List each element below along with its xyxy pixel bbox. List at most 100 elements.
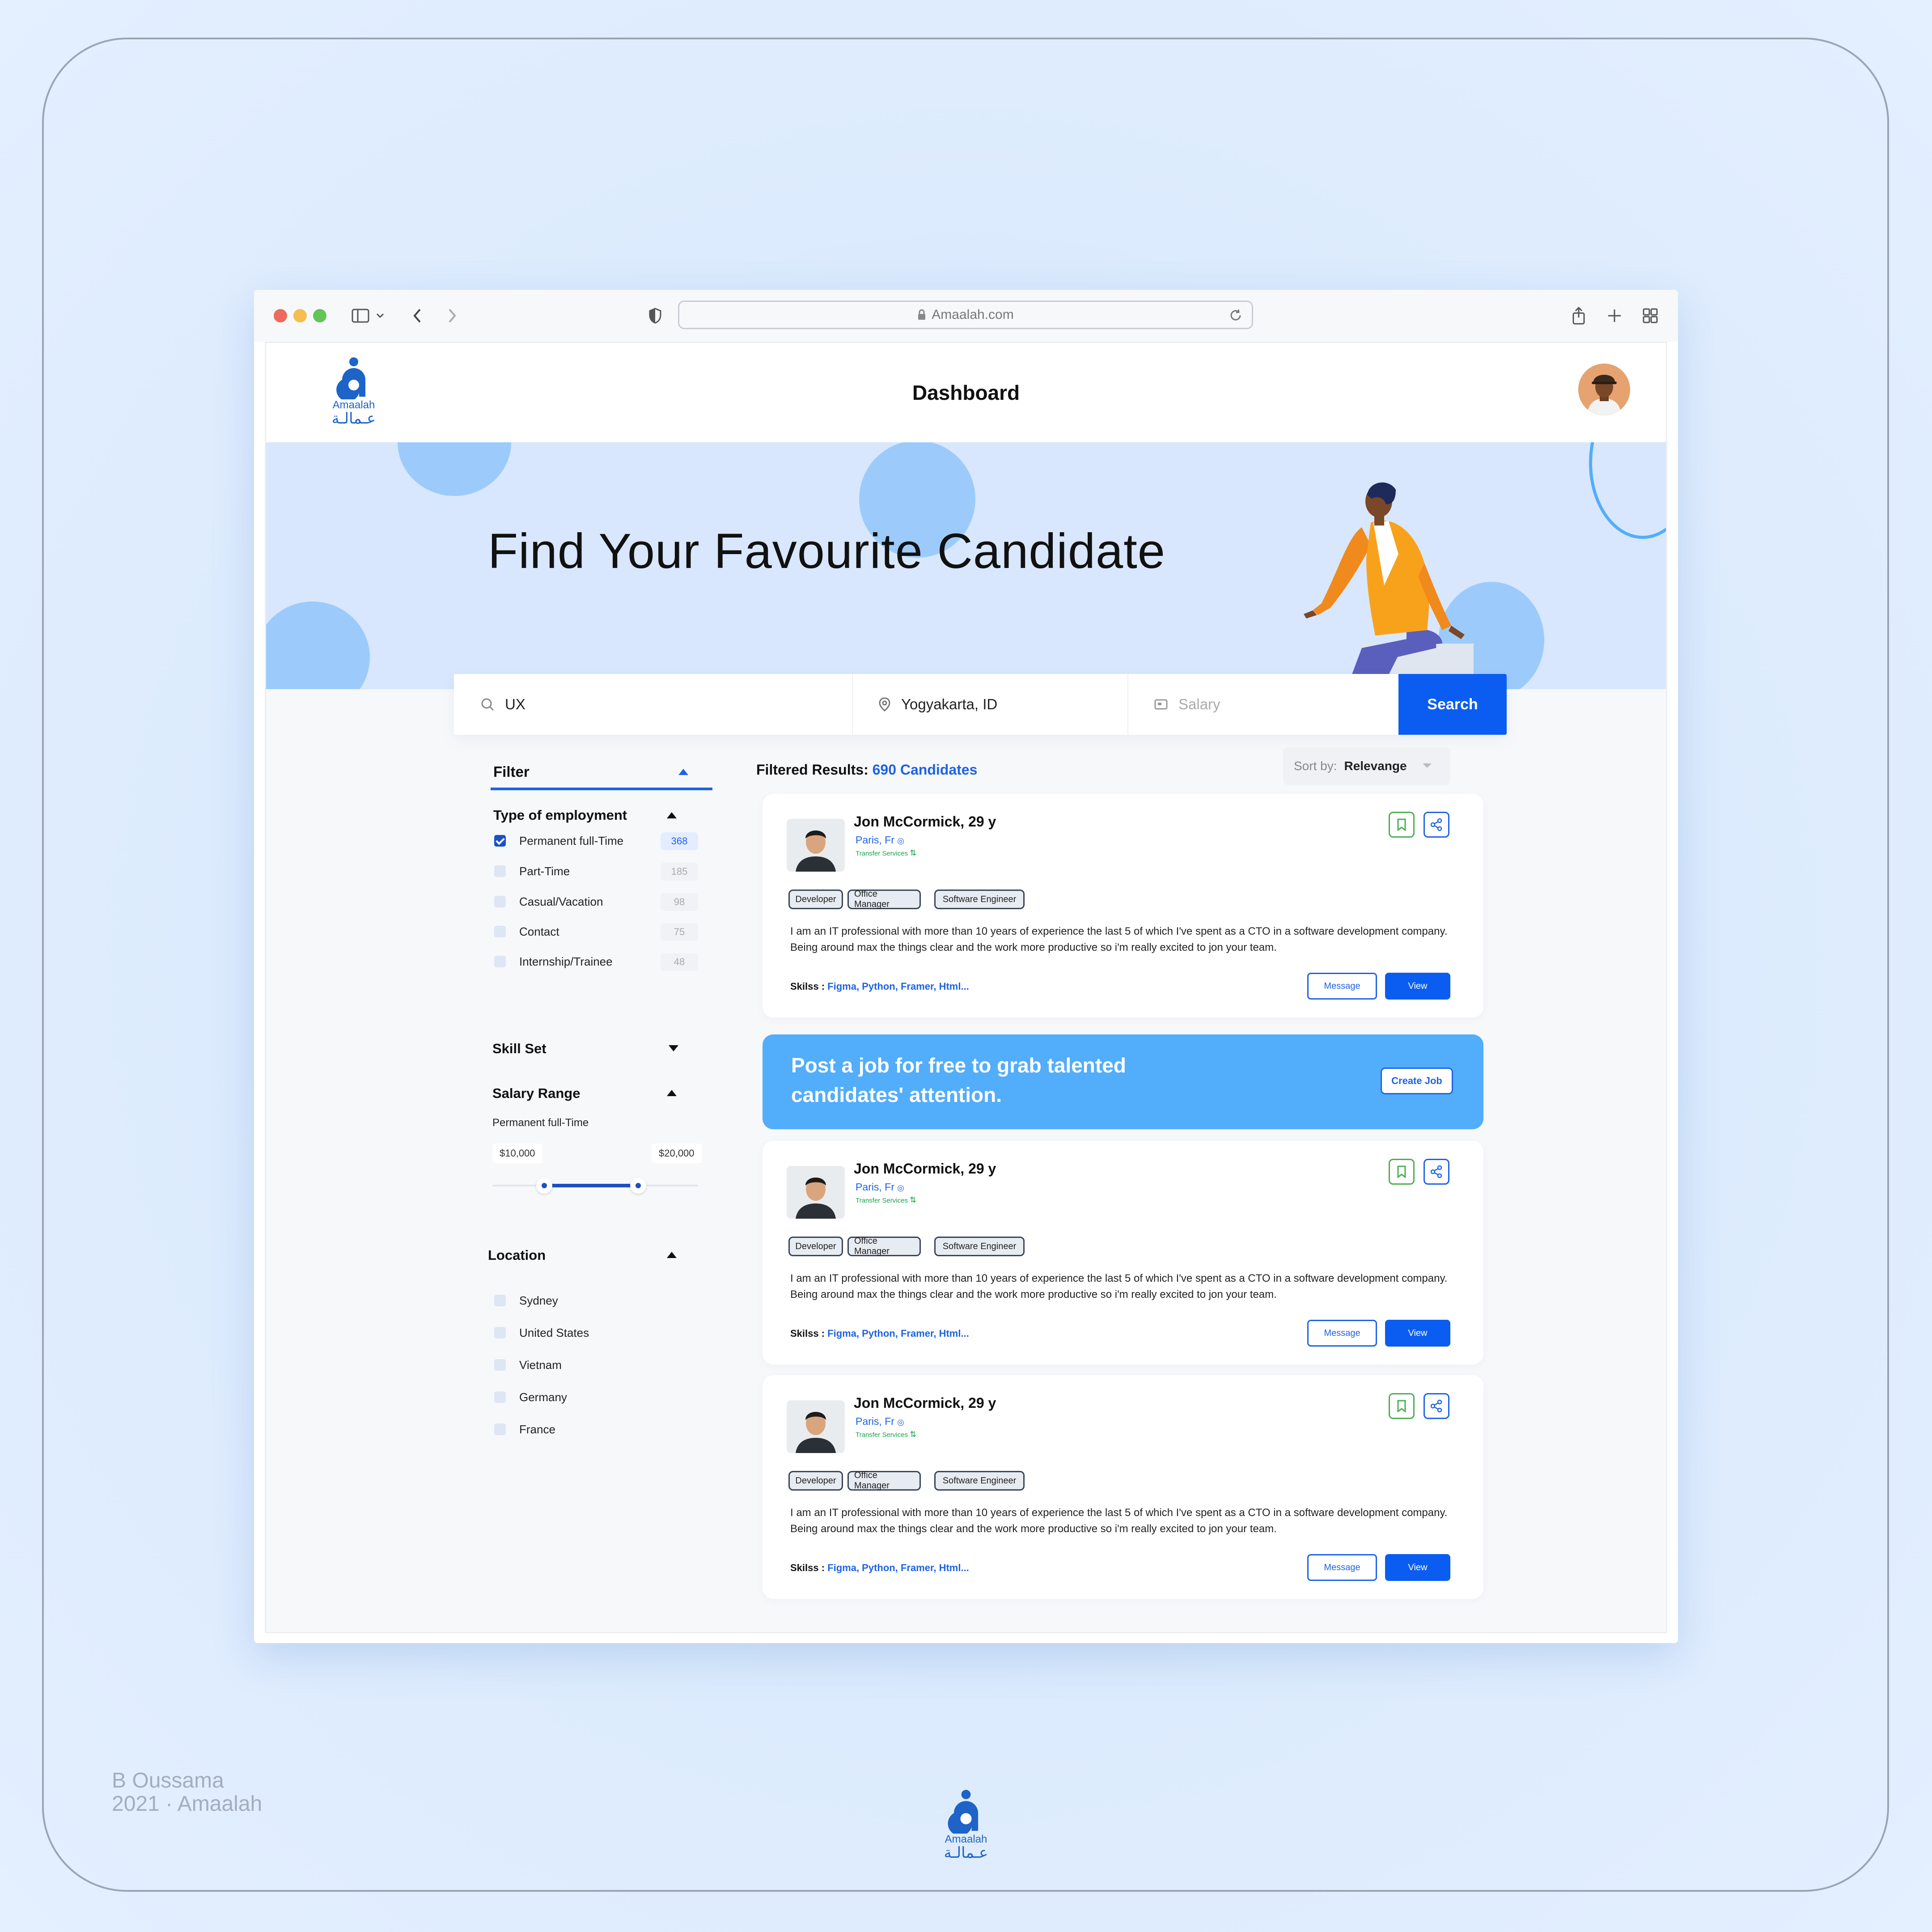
reload-icon[interactable] [1229, 308, 1243, 322]
skill-tag[interactable]: Developer [788, 1471, 843, 1491]
checkbox[interactable] [494, 926, 506, 937]
candidate-service: Transfer Services ⇅ [856, 1195, 916, 1205]
candidate-description: I am an IT professional with more than 1… [790, 1507, 1448, 1535]
close-window-button[interactable] [274, 309, 287, 322]
skill-tag[interactable]: Software Engineer [934, 890, 1025, 909]
option-label: Part-Time [519, 864, 570, 878]
salary-subtitle: Permanent full-Time [492, 1117, 589, 1129]
minimize-window-button[interactable] [293, 309, 307, 322]
checkbox[interactable] [494, 896, 506, 907]
caret-up-icon[interactable] [667, 1252, 677, 1258]
bookmark-icon [1397, 1165, 1406, 1178]
sort-dropdown[interactable]: Sort by: Relevange [1283, 747, 1450, 785]
create-job-button[interactable]: Create Job [1381, 1068, 1453, 1094]
checkbox[interactable] [494, 1327, 506, 1339]
checkbox[interactable] [494, 865, 506, 877]
skills-list: Figma, Python, Framer, Html... [827, 981, 969, 992]
transfer-icon: ⇅ [910, 1195, 917, 1204]
caret-up-icon[interactable] [667, 1090, 677, 1096]
skill-tag[interactable]: Office Manager [847, 1470, 921, 1491]
share-icon [1430, 1399, 1442, 1413]
caret-up-icon[interactable] [667, 812, 677, 818]
skill-tag[interactable]: Software Engineer [934, 1471, 1025, 1491]
logo-arabic-text: عـمالـة [331, 410, 376, 427]
slider-handle-max[interactable] [630, 1178, 646, 1194]
salary-field[interactable]: Salary [1154, 674, 1387, 735]
view-button[interactable]: View [1385, 1320, 1450, 1347]
message-button[interactable]: Message [1307, 1554, 1377, 1581]
checkbox[interactable] [494, 956, 506, 967]
view-button[interactable]: View [1385, 973, 1450, 1000]
option-label: Internship/Trainee [519, 955, 613, 968]
pin-icon: ◎ [897, 836, 904, 845]
new-tab-icon[interactable] [1606, 305, 1623, 326]
skill-set-title[interactable]: Skill Set [492, 1041, 547, 1057]
chevron-down-icon[interactable] [375, 305, 386, 326]
footer-logo: Amaalah عـمالـة [937, 1789, 995, 1860]
skill-tag[interactable]: Developer [788, 890, 843, 909]
slider-handle-min[interactable] [536, 1178, 552, 1194]
option-label: Sydney [519, 1294, 558, 1307]
salary-slider-range [545, 1184, 640, 1187]
footer-logo-arabic: عـمالـة [944, 1844, 988, 1861]
option-label: France [519, 1423, 555, 1436]
share-button[interactable] [1424, 1393, 1449, 1419]
candidate-name[interactable]: Jon McCormick, 29 y [854, 813, 996, 830]
candidate-card[interactable]: Jon McCormick, 29 y Paris, Fr ◎ Transfer… [763, 1375, 1483, 1599]
skill-tag[interactable]: Office Manager [847, 889, 921, 909]
skill-tag[interactable]: Developer [788, 1237, 843, 1256]
salary-range-title: Salary Range [492, 1085, 580, 1101]
option-label: Casual/Vacation [519, 895, 603, 908]
bookmark-button[interactable] [1389, 1159, 1415, 1185]
keyword-value: UX [505, 696, 525, 712]
filter-collapse-icon[interactable] [678, 769, 688, 775]
search-button[interactable]: Search [1398, 674, 1507, 735]
salary-max[interactable]: $20,000 [652, 1144, 702, 1163]
candidate-card[interactable]: Jon McCormick, 29 y Paris, Fr ◎ Transfer… [763, 794, 1483, 1017]
candidate-description: I am an IT professional with more than 1… [790, 1272, 1448, 1301]
bookmark-button[interactable] [1389, 812, 1415, 838]
candidate-card[interactable]: Jon McCormick, 29 y Paris, Fr ◎ Transfer… [763, 1141, 1483, 1364]
person-illustration [1304, 482, 1474, 684]
promo-text: Post a job for free to grab talented can… [791, 1054, 1126, 1106]
browser-titlebar: Amaalah.com [254, 290, 1678, 342]
candidate-name[interactable]: Jon McCormick, 29 y [854, 1161, 996, 1177]
message-button[interactable]: Message [1307, 973, 1377, 1000]
checkbox[interactable] [494, 1424, 506, 1435]
candidate-name[interactable]: Jon McCormick, 29 y [854, 1395, 996, 1411]
skill-tag[interactable]: Software Engineer [934, 1237, 1025, 1256]
brand-logo[interactable]: Amaalah عـمالـة [327, 356, 381, 426]
checkbox-checked[interactable] [494, 835, 506, 847]
candidate-photo [787, 1166, 845, 1219]
sidebar-toggle-icon[interactable] [350, 305, 371, 326]
designer-credit: B Oussama 2021 · Amaalah [112, 1769, 262, 1816]
caret-down-icon[interactable] [669, 1045, 678, 1051]
bookmark-button[interactable] [1389, 1393, 1415, 1419]
option-label: Vietnam [519, 1358, 562, 1372]
employment-title: Type of employment [493, 807, 627, 823]
share-button[interactable] [1424, 812, 1449, 838]
checkbox[interactable] [494, 1391, 506, 1403]
skill-tag[interactable]: Office Manager [847, 1236, 921, 1256]
keyword-field[interactable]: UX [481, 674, 847, 735]
view-button[interactable]: View [1385, 1554, 1450, 1581]
maximize-window-button[interactable] [313, 309, 326, 322]
filter-header[interactable]: Filter [491, 759, 712, 790]
user-avatar[interactable] [1578, 364, 1630, 415]
checkbox[interactable] [494, 1359, 506, 1371]
forward-icon[interactable] [445, 305, 459, 326]
location-title: Location [488, 1247, 546, 1263]
checkbox[interactable] [494, 1295, 506, 1306]
divider [1127, 674, 1128, 735]
map-pin-icon [879, 697, 890, 712]
shield-icon[interactable] [648, 305, 663, 326]
location-field[interactable]: Yogyakarta, ID [879, 674, 1120, 735]
tab-overview-icon[interactable] [1641, 305, 1659, 326]
back-icon[interactable] [411, 305, 424, 326]
message-button[interactable]: Message [1307, 1320, 1377, 1347]
address-bar[interactable]: Amaalah.com [678, 301, 1253, 329]
share-button[interactable] [1424, 1159, 1449, 1185]
share-icon[interactable] [1570, 305, 1588, 326]
skills-label: Skilss : [790, 981, 825, 992]
salary-min[interactable]: $10,000 [492, 1144, 542, 1163]
